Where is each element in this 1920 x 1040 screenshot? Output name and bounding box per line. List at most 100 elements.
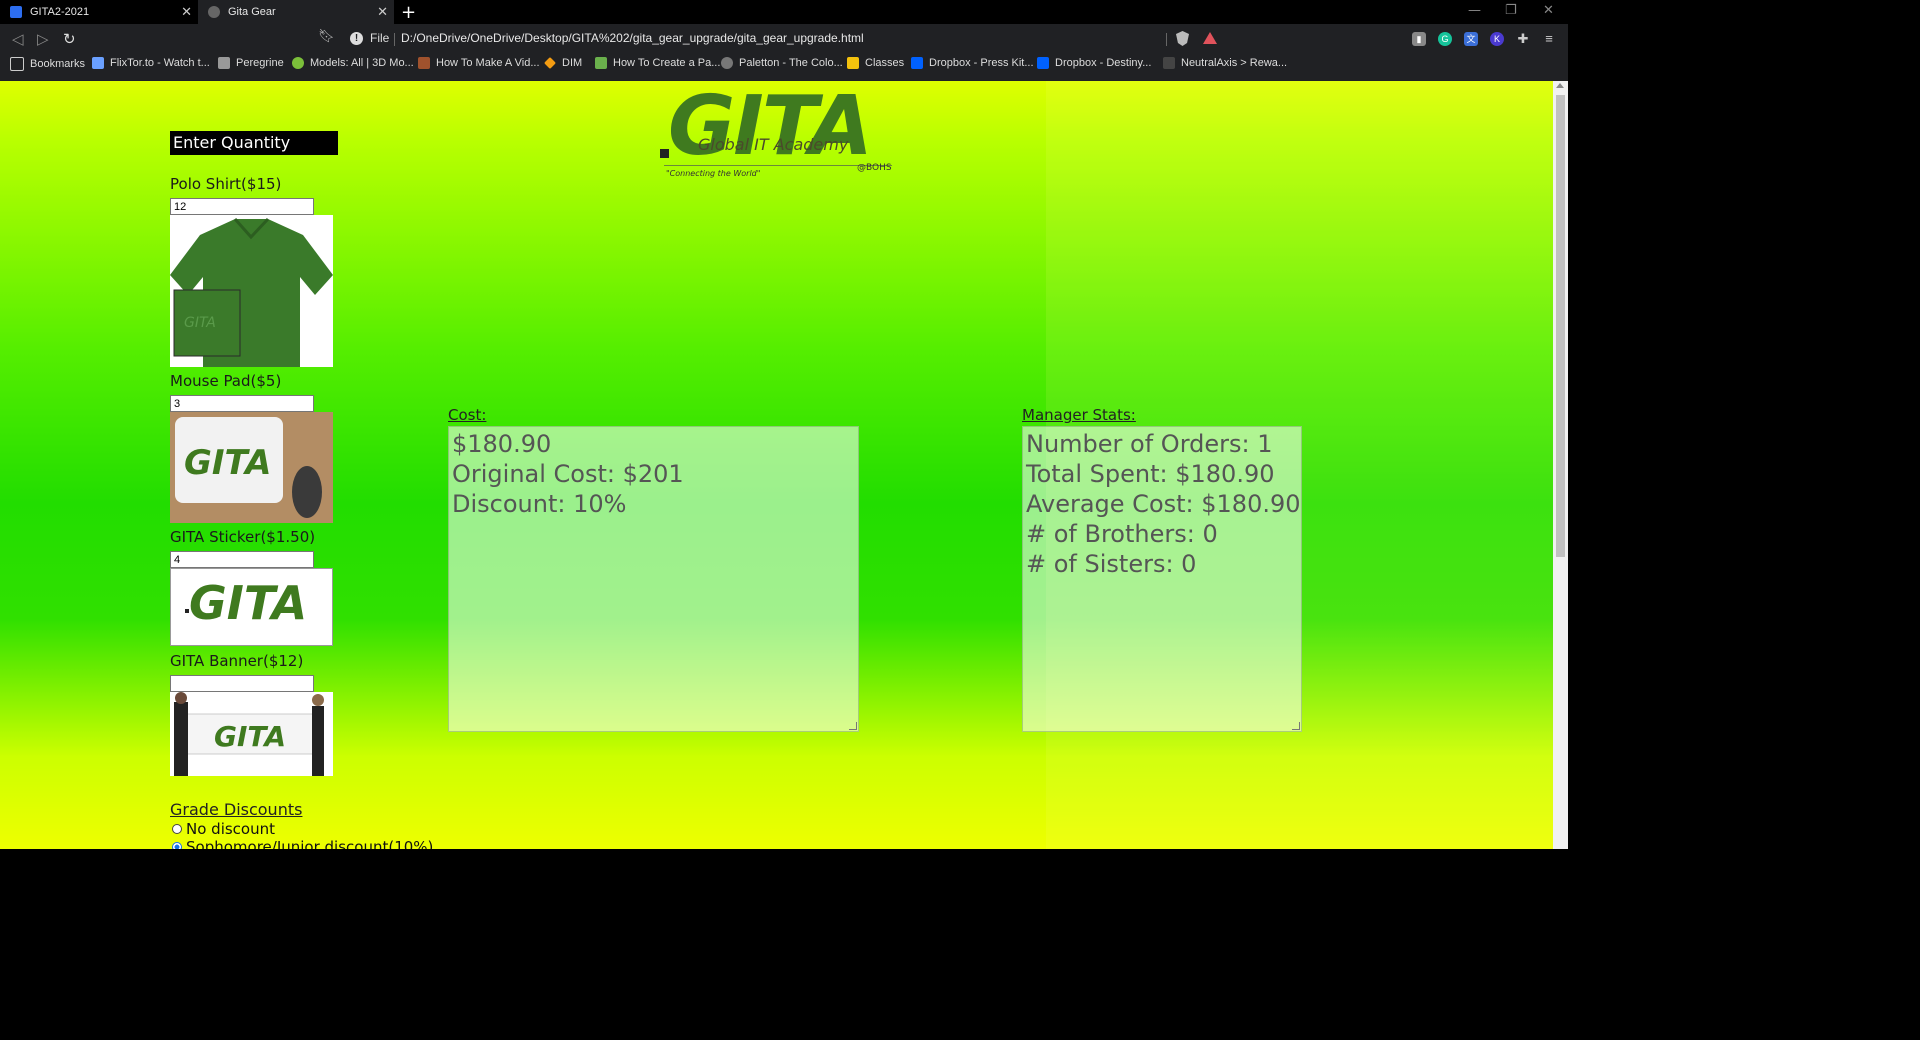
extension-icon[interactable]: ▮ [1412,32,1426,46]
option-label: Sophomore/Junior discount(10%) [186,838,434,849]
discount-option-soph-junior[interactable]: Sophomore/Junior discount(10%) [172,838,433,849]
discount-option-none[interactable]: No discount [172,820,275,838]
bookmark-icon[interactable]: 🔖︎ [318,29,335,44]
bookmark-label: Dropbox - Press Kit... [929,57,1034,69]
translate-icon[interactable]: 文 [1464,32,1478,46]
chart-icon [595,57,607,69]
new-tab-icon[interactable]: + [401,2,416,23]
radio-button[interactable] [172,824,182,834]
classroom-favicon-icon [10,6,22,18]
bookmark-item[interactable]: NeutralAxis > Rewa... [1163,57,1287,69]
mouse-pad-label: Mouse Pad($5) [170,372,282,390]
logo-dot [660,149,669,158]
resize-handle-icon[interactable] [1292,722,1300,730]
menu-icon[interactable]: ≡ [1542,32,1556,46]
bookmark-label: FlixTor.to - Watch t... [110,57,210,69]
page-content: GITA Global IT Academy "Connecting the W… [0,81,1568,849]
bookmark-item[interactable]: Classes [847,57,904,69]
shield-icon [1163,57,1175,69]
manager-stats-textarea[interactable]: Number of Orders: 1 Total Spent: $180.90… [1022,426,1302,732]
bookmark-item[interactable]: Paletton - The Colo... [721,57,843,69]
bookmark-item[interactable]: Bookmarks [10,57,85,71]
window-close-icon[interactable]: ✕ [1543,3,1554,18]
brave-shields-icon[interactable] [1176,31,1189,46]
mouse-pad-quantity-input[interactable] [170,395,314,412]
banner-icon: GITA [170,692,333,776]
forward-icon[interactable]: ▷ [37,30,49,48]
sticker-image: GITA [170,568,333,646]
svg-text:GITA: GITA [184,315,216,331]
close-tab-icon[interactable]: ✕ [377,4,388,20]
stat-sisters: # of Sisters: 0 [1026,550,1197,578]
bookmark-item[interactable]: Models: All | 3D Mo... [292,57,414,69]
tab-title: GITA2-2021 [30,6,90,18]
bookmark-item[interactable]: How To Make A Vid... [418,57,540,69]
reload-icon[interactable]: ↻ [63,30,76,48]
stat-total-spent: Total Spent: $180.90 [1026,460,1275,488]
bookmark-item[interactable]: Dropbox - Press Kit... [911,57,1034,69]
close-tab-icon[interactable]: ✕ [181,4,192,20]
browser-tab-gita-gear[interactable]: Gita Gear ✕ [198,0,394,24]
box-icon [418,57,430,69]
dropbox-icon [1037,57,1049,69]
mouse-pad-image: GITA [170,412,333,523]
banner-quantity-input[interactable] [170,675,314,692]
bookmark-item[interactable]: DIM [544,57,582,69]
polo-shirt-icon: GITA [170,215,333,367]
k-extension-icon[interactable]: K [1490,32,1504,46]
browser-tab-gita2021[interactable]: GITA2-2021 ✕ [0,0,198,24]
banner-image: GITA [170,692,333,776]
svg-text:GITA: GITA [184,443,271,483]
svg-text:GITA: GITA [214,720,286,753]
info-icon[interactable]: ! [350,32,363,45]
cost-total: $180.90 [452,430,552,458]
url-text[interactable]: D:/OneDrive/OneDrive/Desktop/GITA%202/gi… [401,31,864,45]
bookmarks-icon [10,57,24,71]
stat-brothers: # of Brothers: 0 [1026,520,1218,548]
dim-icon [544,57,556,69]
page-scrollbar[interactable] [1553,81,1568,849]
bookmark-label: Peregrine [236,57,284,69]
back-icon[interactable]: ◁ [12,30,24,48]
bookmark-item[interactable]: Peregrine [218,57,284,69]
mouse-pad-icon: GITA [170,412,333,523]
extensions-puzzle-icon[interactable]: ✚ [1516,32,1530,46]
thingiverse-icon [292,57,304,69]
bookmark-label: Bookmarks [30,58,86,70]
stat-orders: Number of Orders: 1 [1026,430,1273,458]
brave-rewards-icon[interactable] [1203,32,1217,44]
bookmark-item[interactable]: FlixTor.to - Watch t... [92,57,210,69]
divider [1166,33,1167,46]
cost-discount: Discount: 10% [452,490,627,518]
logo-tagline: "Connecting the World" [666,169,761,178]
restore-icon[interactable]: ❐ [1505,3,1517,18]
minimize-icon[interactable]: — [1468,3,1481,18]
stat-average-cost: Average Cost: $180.90 [1026,490,1301,518]
grammarly-icon[interactable]: G [1438,32,1452,46]
address-bar[interactable]: 🔖︎ ! File D:/OneDrive/OneDrive/Desktop/G… [312,27,1226,51]
gita-logo: GITA Global IT Academy "Connecting the W… [660,81,900,185]
url-scheme: File [370,31,390,45]
dropbox-icon [911,57,923,69]
bookmark-label: NeutralAxis > Rewa... [1181,57,1288,69]
polo-shirt-quantity-input[interactable] [170,198,314,215]
tab-title: Gita Gear [228,6,276,18]
sticker-quantity-input[interactable] [170,551,314,568]
polo-shirt-label: Polo Shirt($15) [170,175,282,193]
bookmark-item[interactable]: How To Create a Pa... [595,57,720,69]
radio-button[interactable] [172,842,182,849]
bookmark-label: Dropbox - Destiny... [1055,57,1152,69]
resize-handle-icon[interactable] [849,722,857,730]
logo-org: @BOHS [857,163,892,173]
bookmark-label: Classes [865,57,905,69]
sticker-icon: GITA [171,569,332,645]
manager-stats-title: Manager Stats: [1022,406,1136,424]
bookmark-item[interactable]: Dropbox - Destiny... [1037,57,1151,69]
cost-textarea[interactable]: $180.90 Original Cost: $201 Discount: 10… [448,426,859,732]
logo-subtitle: Global IT Academy [698,135,849,154]
scroll-up-icon[interactable] [1556,83,1564,88]
bookmark-label: Paletton - The Colo... [739,57,843,69]
bookmark-label: DIM [562,57,583,69]
logo-title: GITA [668,81,873,174]
scrollbar-thumb[interactable] [1556,95,1565,557]
